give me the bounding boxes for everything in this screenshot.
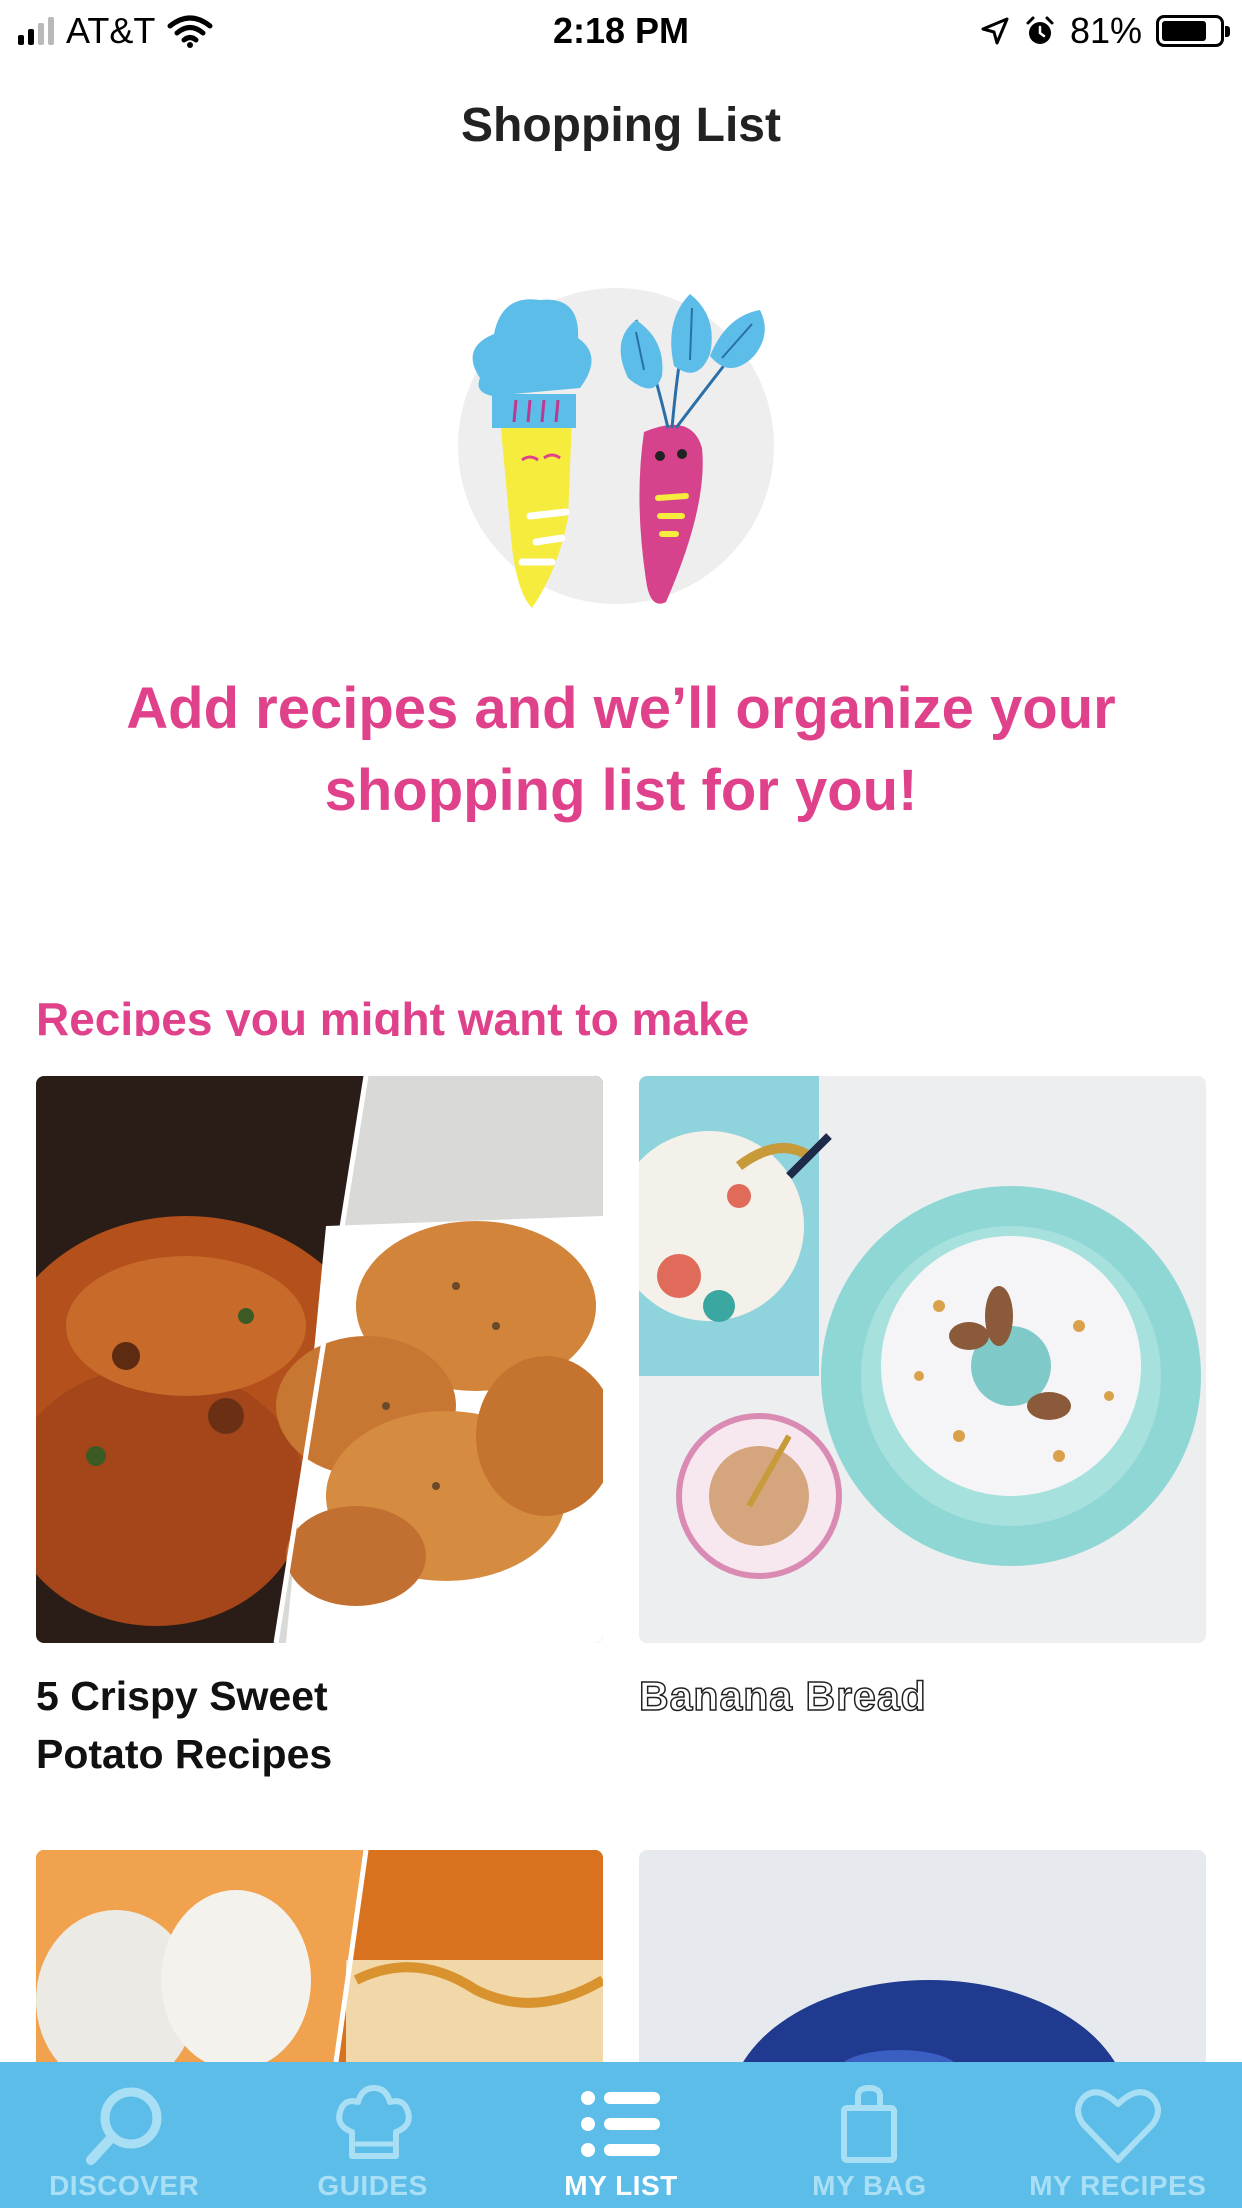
tab-my-recipes[interactable]: MY RECIPES [994,2062,1242,2208]
bundt-cake-photo[interactable] [639,1076,1206,1643]
recipe-card-title[interactable]: Banana Bread [638,1667,1206,1725]
empty-state-message: Add recipes and we’ll organize your shop… [126,676,1116,823]
tab-label: GUIDES [317,2170,428,2201]
section-heading: Recipes you might want to make [36,993,750,1036]
list-icon [576,2082,666,2168]
heart-icon [1073,2082,1163,2168]
chef-hat-icon [328,2082,418,2168]
recipe-card-sweet-potato[interactable]: 5 Crispy Sweet Potato Recipes [36,1076,603,1783]
tab-label: MY BAG [812,2170,927,2201]
tab-my-list[interactable]: MY LIST [497,2062,745,2208]
location-arrow-icon [981,17,1009,45]
tab-guides[interactable]: GUIDES [248,2062,496,2208]
galaxy-dessert-photo[interactable] [639,1850,1206,2062]
sweet-potato-photo[interactable] [36,1076,603,1643]
battery-percent: 81% [1069,10,1142,51]
tab-label: DISCOVER [49,2170,200,2201]
tab-discover[interactable]: DISCOVER [0,2062,248,2208]
chef-vegetables-illustration [458,288,774,608]
recipe-card-galaxy[interactable] [639,1850,1206,2062]
pumpkin-bars-photo[interactable] [36,1850,603,2062]
recipe-card-pumpkin[interactable] [36,1850,603,2062]
tab-my-bag[interactable]: MY BAG [745,2062,993,2208]
tab-bar: DISCOVER GUIDES MY LIST MY BAG MY RECIPE… [0,2062,1242,2208]
shopping-bag-icon [824,2082,914,2168]
recipe-card-banana-bread[interactable]: Banana Bread [638,1076,1206,1725]
recipe-card-title[interactable]: 5 Crispy Sweet Potato Recipes [36,1667,396,1783]
status-bar: AT&T 2:18 PM 81% [0,0,1242,60]
battery-icon [1156,15,1230,47]
status-right: 81% [980,10,1230,52]
alarm-icon [1026,16,1054,44]
search-icon [79,2082,169,2168]
tab-label: MY RECIPES [1029,2170,1207,2201]
battery-fill [1162,21,1207,41]
tab-label: MY LIST [564,2170,678,2201]
page-title: Shopping List [461,99,781,152]
